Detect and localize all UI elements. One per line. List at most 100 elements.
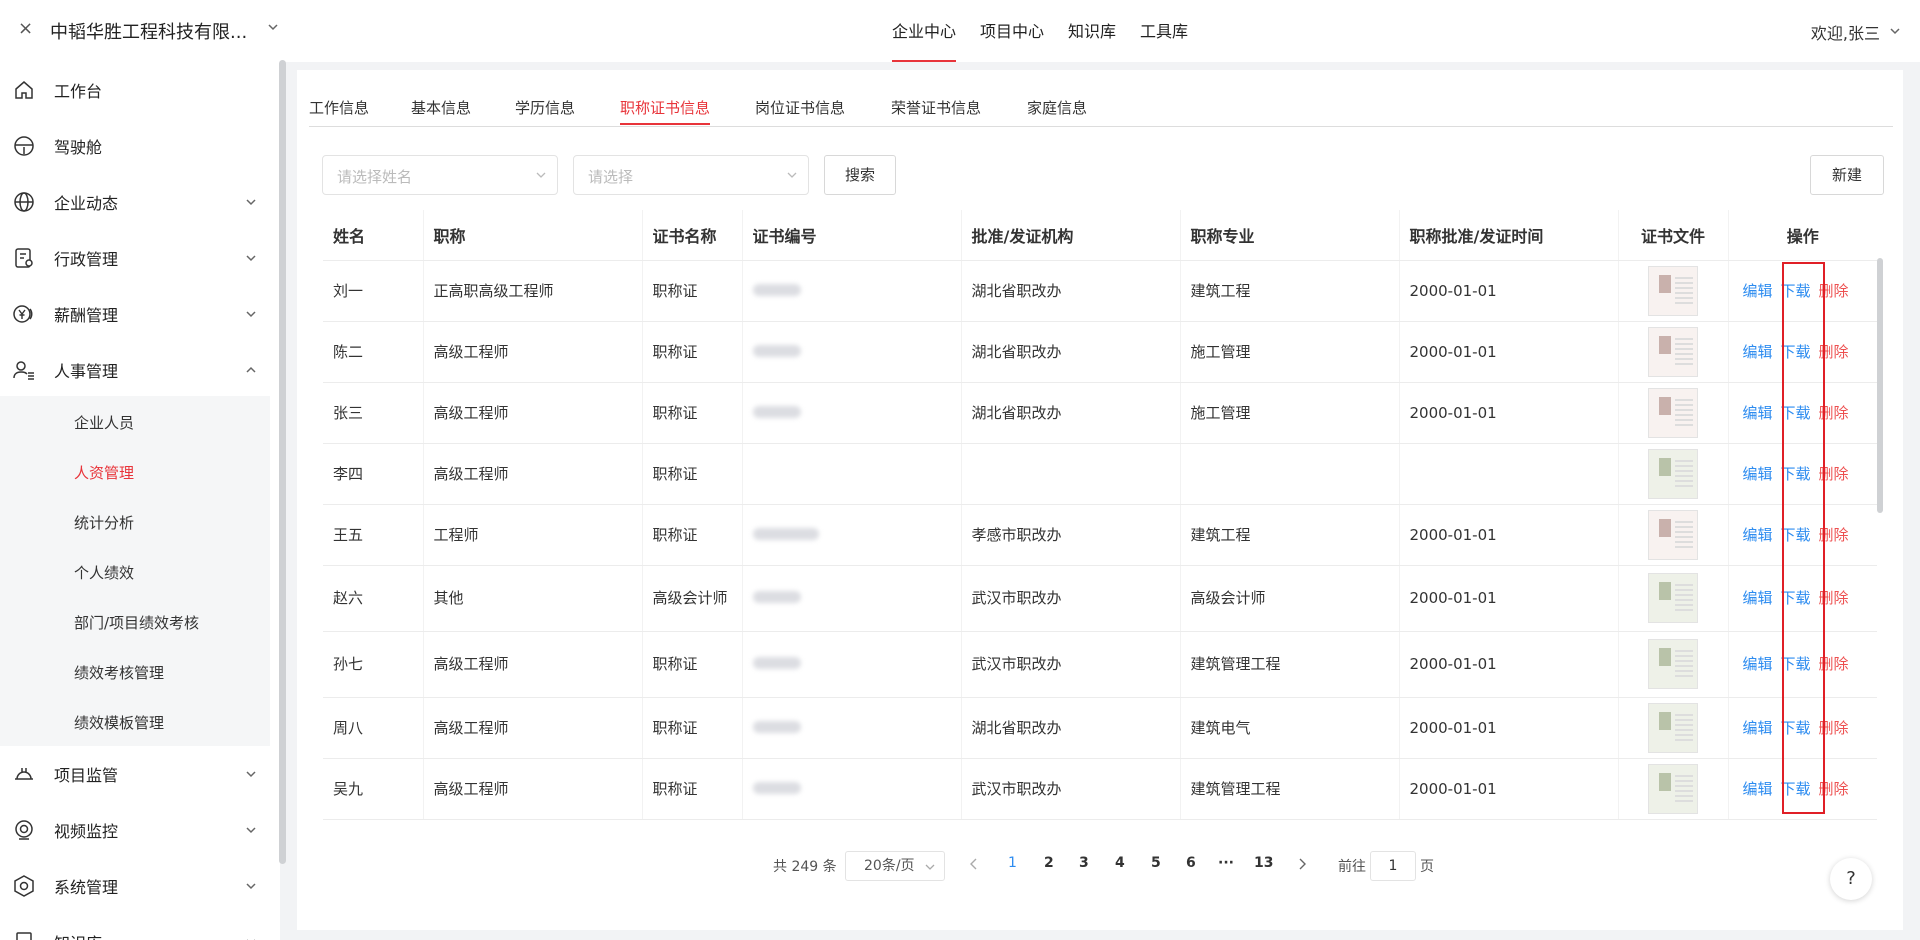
tab-education-info[interactable]: 学历信息 [515,97,575,118]
download-button[interactable]: 下载 [1781,402,1811,424]
sidebar-item-knowledge[interactable]: 知识库 [0,914,270,940]
page-ellipsis[interactable]: ··· [1218,855,1234,871]
redacted-number [752,781,801,794]
submenu-statistics[interactable]: 统计分析 [74,512,134,533]
delete-button[interactable]: 删除 [1819,778,1849,800]
sidebar-item-salary[interactable]: 薪酬管理 [0,286,270,342]
certificate-thumbnail[interactable] [1648,639,1698,689]
submenu-personal-performance[interactable]: 个人绩效 [74,562,134,583]
nav-project-center[interactable]: 项目中心 [968,0,1056,62]
certificate-thumbnail[interactable] [1648,326,1698,377]
edit-button[interactable]: 编辑 [1743,280,1773,302]
certificate-thumbnail[interactable] [1648,265,1698,316]
download-button[interactable]: 下载 [1781,280,1811,302]
sidebar-item-hr[interactable]: 人事管理 [0,342,270,398]
edit-button[interactable]: 编辑 [1743,717,1773,739]
cell-major [1180,443,1400,505]
page-3[interactable]: 3 [1079,855,1089,871]
sidebar-item-news[interactable]: 企业动态 [0,174,270,230]
delete-button[interactable]: 删除 [1819,463,1849,485]
edit-button[interactable]: 编辑 [1743,402,1773,424]
tab-family-info[interactable]: 家庭信息 [1027,97,1087,118]
type-select[interactable]: 请选择 [573,155,809,195]
cell-issuer [961,443,1181,505]
delete-button[interactable]: 删除 [1819,587,1849,609]
certificate-thumbnail[interactable] [1648,573,1698,623]
cell-cert-number [742,631,962,698]
download-button[interactable]: 下载 [1781,587,1811,609]
page-6[interactable]: 6 [1186,855,1196,871]
edit-button[interactable]: 编辑 [1743,463,1773,485]
sidebar-item-video[interactable]: 视频监控 [0,802,270,858]
tab-post-cert-info[interactable]: 岗位证书信息 [755,97,845,118]
nav-knowledge-base[interactable]: 知识库 [1056,0,1128,62]
edit-button[interactable]: 编辑 [1743,341,1773,363]
sidebar-item-project-supervision[interactable]: 项目监管 [0,746,270,802]
welcome-user[interactable]: 欢迎,张三 [1811,20,1880,44]
nav-enterprise-center[interactable]: 企业中心 [880,0,968,62]
download-button[interactable]: 下载 [1781,653,1811,675]
delete-button[interactable]: 删除 [1819,524,1849,546]
company-name[interactable]: 中韬华胜工程科技有限... [50,18,247,44]
close-icon[interactable]: × [18,18,33,39]
chevron-right-icon[interactable] [1296,857,1308,871]
submenu-performance-management[interactable]: 绩效考核管理 [74,662,164,683]
help-button[interactable]: ? [1830,858,1872,900]
submenu-performance-templates[interactable]: 绩效模板管理 [74,712,164,733]
chevron-down-icon[interactable] [1888,24,1902,38]
certificate-thumbnail[interactable] [1648,763,1698,814]
submenu-dept-performance[interactable]: 部门/项目绩效考核 [74,612,199,633]
cell-name: 陈二 [323,321,424,383]
cell-title: 正高职高级工程师 [423,260,643,322]
sidebar-item-system[interactable]: 系统管理 [0,858,270,914]
sidebar-scrollbar[interactable] [279,60,286,864]
tab-title-cert-info[interactable]: 职称证书信息 [620,97,711,125]
sidebar-item-workbench[interactable]: 工作台 [0,62,270,118]
cell-cert-name: 职称证 [642,321,743,383]
edit-button[interactable]: 编辑 [1743,524,1773,546]
delete-button[interactable]: 删除 [1819,717,1849,739]
cell-actions: 编辑 下载 删除 [1728,504,1877,566]
edit-button[interactable]: 编辑 [1743,778,1773,800]
page-5[interactable]: 5 [1151,855,1161,871]
new-button[interactable]: 新建 [1810,155,1884,195]
goto-page-input[interactable]: 1 [1370,851,1416,881]
page-size-select[interactable]: 20条/页 [845,851,945,881]
chevron-down-icon[interactable] [266,20,280,34]
table-scrollbar[interactable] [1877,258,1883,513]
name-select[interactable]: 请选择姓名 [322,155,558,195]
search-button[interactable]: 搜索 [824,155,896,195]
download-button[interactable]: 下载 [1781,341,1811,363]
delete-button[interactable]: 删除 [1819,402,1849,424]
tab-basic-info[interactable]: 基本信息 [411,97,471,118]
delete-button[interactable]: 删除 [1819,280,1849,302]
download-button[interactable]: 下载 [1781,717,1811,739]
goto-suffix: 页 [1420,859,1434,875]
certificate-thumbnail[interactable] [1648,448,1698,499]
sidebar-item-cockpit[interactable]: 驾驶舱 [0,118,270,174]
submenu-enterprise-staff[interactable]: 企业人员 [74,412,134,433]
page-1[interactable]: 1 [1008,855,1017,871]
tab-work-info[interactable]: 工作信息 [309,97,369,118]
chevron-left-icon[interactable] [968,857,980,871]
submenu-hr-management[interactable]: 人资管理 [74,462,134,483]
tab-honor-cert-info[interactable]: 荣誉证书信息 [891,97,981,118]
edit-button[interactable]: 编辑 [1743,653,1773,675]
page-13[interactable]: 13 [1254,855,1273,871]
page-2[interactable]: 2 [1044,855,1054,871]
certificate-thumbnail[interactable] [1648,702,1698,753]
certificate-thumbnail[interactable] [1648,509,1698,560]
certificate-thumbnail[interactable] [1648,387,1698,438]
chevron-down-icon [246,199,256,206]
redacted-number [752,527,819,540]
download-button[interactable]: 下载 [1781,778,1811,800]
download-button[interactable]: 下载 [1781,463,1811,485]
table-row: 赵六 其他 高级会计师 武汉市职改办 高级会计师 2000-01-01 编辑 下载 删除 [323,565,1877,632]
delete-button[interactable]: 删除 [1819,341,1849,363]
edit-button[interactable]: 编辑 [1743,587,1773,609]
download-button[interactable]: 下载 [1781,524,1811,546]
nav-tool-library[interactable]: 工具库 [1128,0,1200,62]
sidebar-item-admin[interactable]: 行政管理 [0,230,270,286]
delete-button[interactable]: 删除 [1819,653,1849,675]
page-4[interactable]: 4 [1115,855,1125,871]
